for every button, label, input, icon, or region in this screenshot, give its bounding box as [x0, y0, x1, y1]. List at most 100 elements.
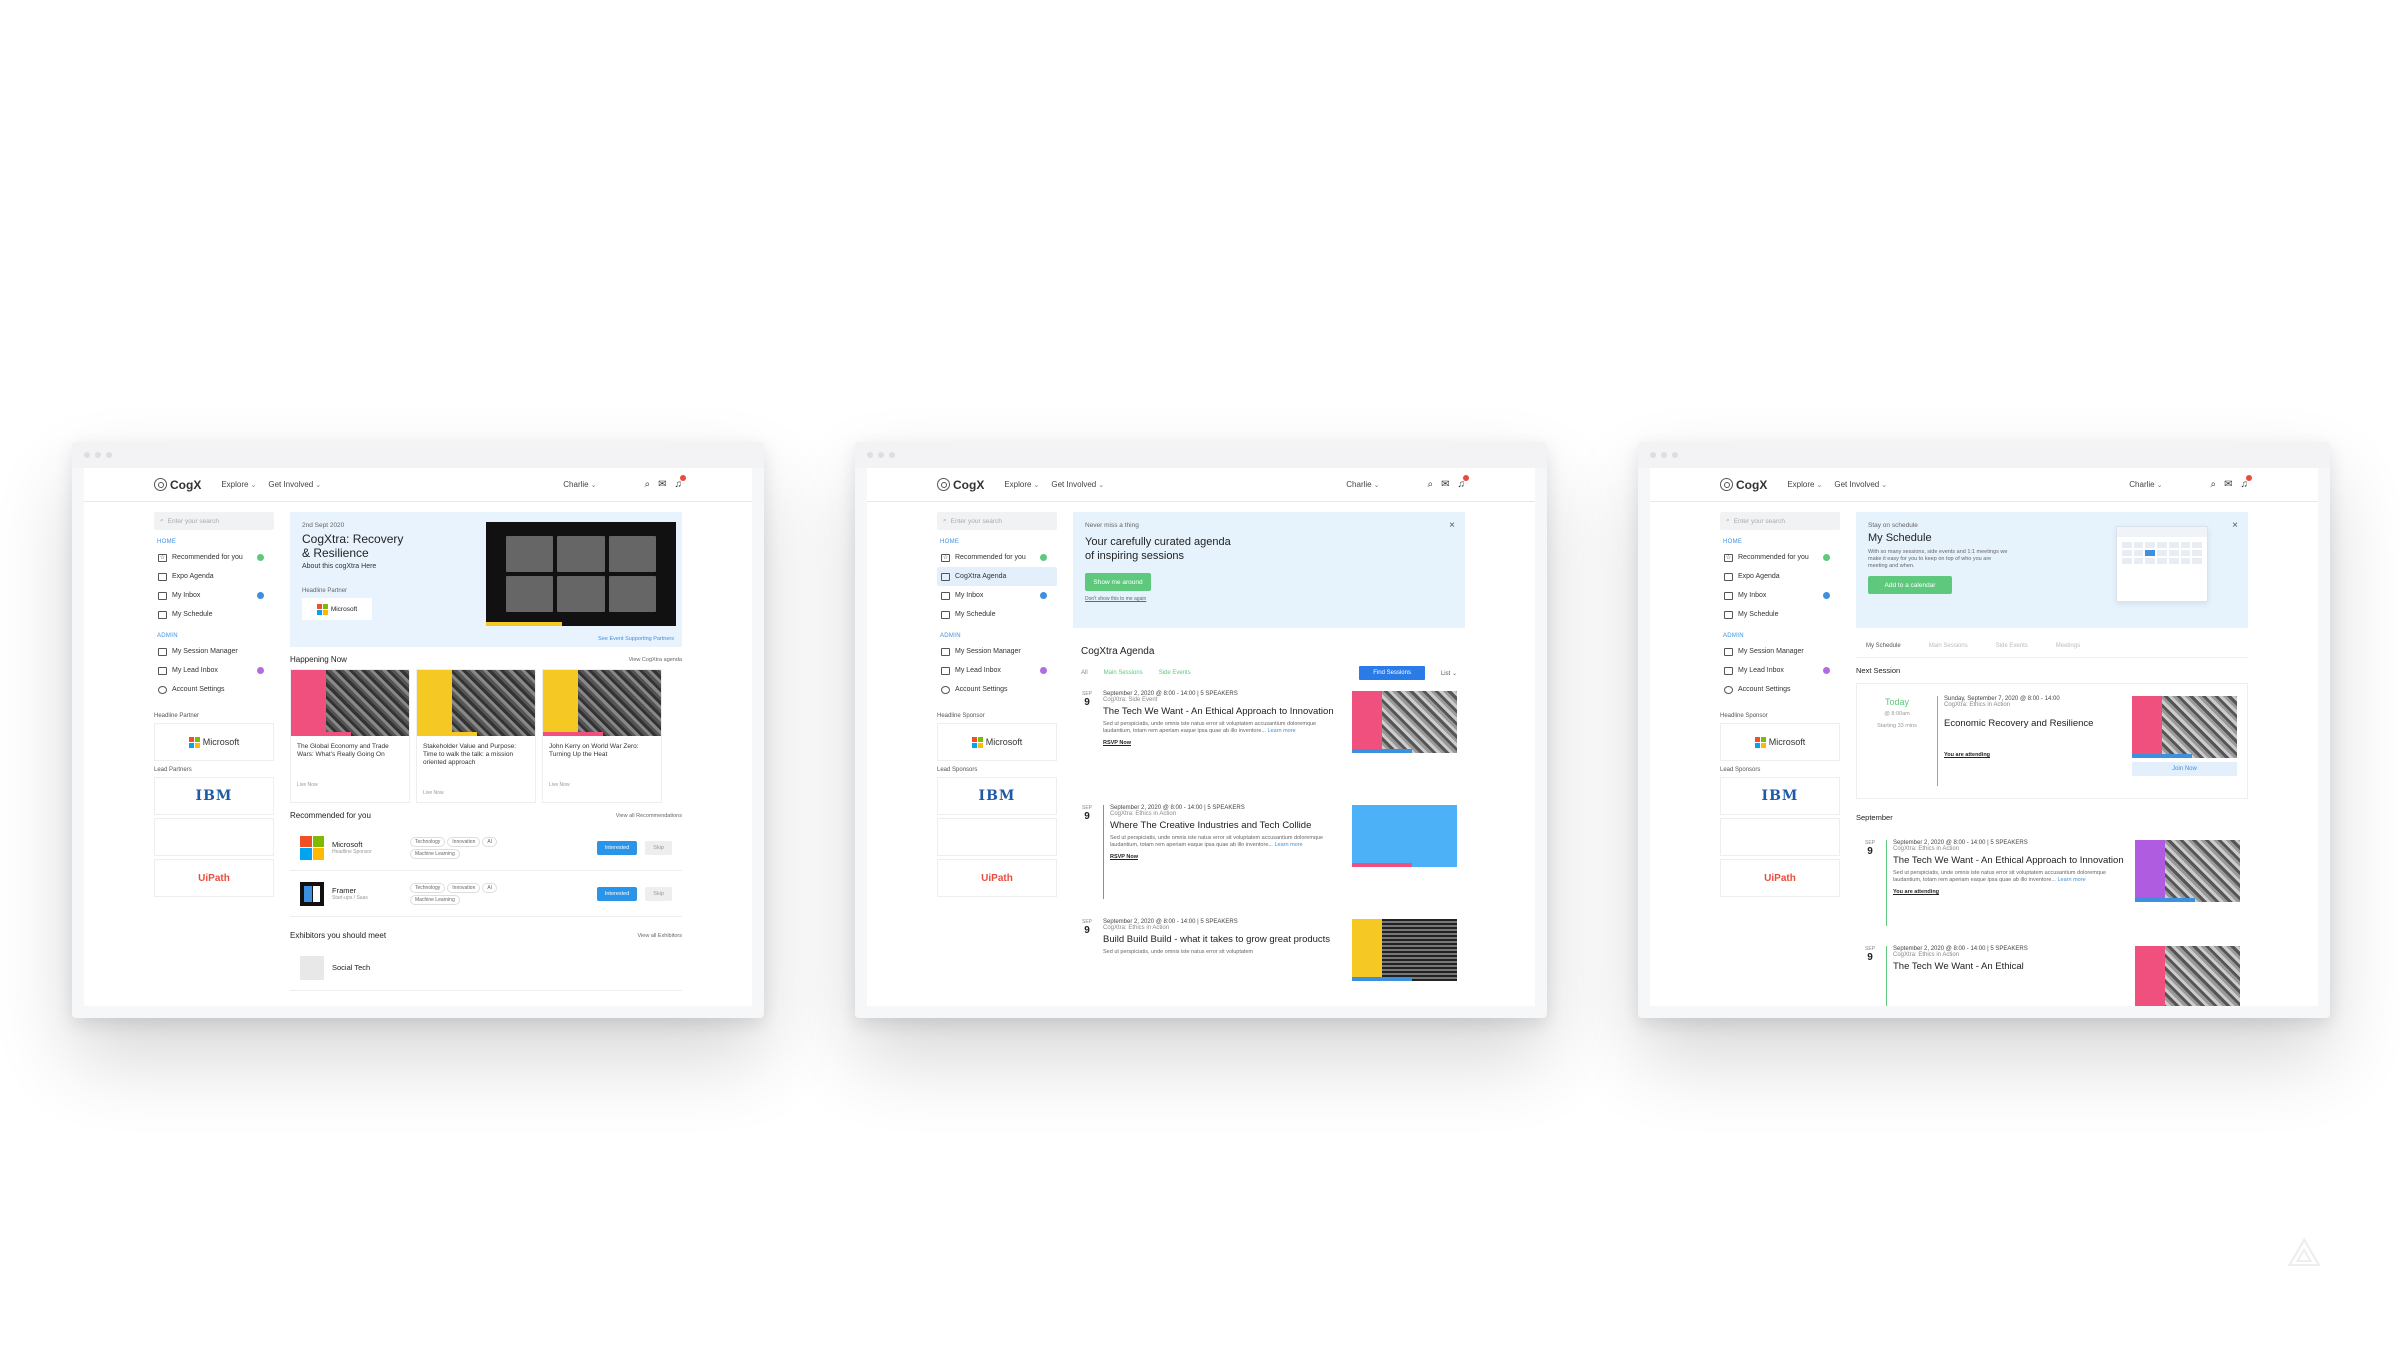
notification-badge: [2246, 475, 2252, 481]
filter-main-sessions[interactable]: Main Sessions: [1104, 670, 1143, 676]
user-menu[interactable]: Charlie ⌄: [2129, 480, 2162, 489]
nav-get-involved[interactable]: Get Involved ⌄: [1834, 480, 1887, 489]
sidebar-item-schedule[interactable]: My Schedule: [1720, 605, 1840, 624]
sidebar-item-session-manager[interactable]: My Session Manager: [937, 642, 1057, 661]
notification-bell-icon[interactable]: ♫: [1458, 475, 1469, 490]
sponsor-microsoft[interactable]: Microsoft: [154, 723, 274, 761]
search-icon[interactable]: ⌕: [1428, 479, 1434, 490]
sidebar-item-account[interactable]: Account Settings: [1720, 680, 1840, 699]
list-view-select[interactable]: List ⌄: [1441, 670, 1457, 677]
interested-button[interactable]: Interested: [596, 886, 638, 901]
sponsor-ibm[interactable]: IBM: [154, 777, 274, 815]
mail-icon[interactable]: ✉: [1441, 479, 1449, 490]
tab-side-events[interactable]: Side Events: [1996, 643, 2028, 649]
nav-get-involved[interactable]: Get Involved ⌄: [268, 480, 321, 489]
sidebar-search-input[interactable]: ⌕ Enter your search: [937, 512, 1057, 530]
sidebar-item-lead-inbox[interactable]: My Lead Inbox: [154, 661, 274, 680]
sponsor-uipath[interactable]: UiPath: [937, 859, 1057, 897]
sponsor-microsoft[interactable]: Microsoft: [937, 723, 1057, 761]
learn-more-link[interactable]: Learn more: [1268, 728, 1296, 734]
rsvp-link[interactable]: RSVP Now: [1110, 854, 1342, 860]
session-item[interactable]: SEP 9 September 2, 2020 @ 8:00 - 14:00 | …: [1856, 830, 2248, 936]
month-heading: September: [1856, 813, 1893, 822]
cogx-logo[interactable]: CogX: [937, 478, 984, 492]
next-session-card[interactable]: Today @ 8:00am Starting 33 mins Sunday, Se…: [1856, 683, 2248, 799]
session-card[interactable]: Stakeholder Value and Purpose: Time to w…: [416, 669, 536, 803]
sponsor-microsoft[interactable]: Microsoft: [1720, 723, 1840, 761]
sidebar-search-input[interactable]: ⌕ Enter your search: [154, 512, 274, 530]
search-icon[interactable]: ⌕: [645, 479, 651, 490]
user-menu[interactable]: Charlie ⌄: [563, 480, 596, 489]
attending-link[interactable]: You are attending: [1944, 752, 2122, 758]
interested-button[interactable]: Interested: [596, 840, 638, 855]
sidebar-item-recommended[interactable]: ☆ Recommended for you: [937, 548, 1057, 567]
dont-show-again-link[interactable]: Don't show this to me again: [1085, 596, 1453, 602]
nav-get-involved[interactable]: Get Involved ⌄: [1051, 480, 1104, 489]
filter-all[interactable]: All: [1081, 670, 1088, 676]
browser-window-schedule: CogX Explore ⌄ Get Involved ⌄ Charlie ⌄ ⌕ ✉…: [1638, 442, 2330, 1018]
sponsor-uipath[interactable]: UiPath: [1720, 859, 1840, 897]
session-item[interactable]: SEP 9 September 2, 2020 @ 8:00 - 14:00 | …: [1073, 795, 1465, 909]
sidebar-item-lead-inbox[interactable]: My Lead Inbox: [1720, 661, 1840, 680]
add-to-calendar-button[interactable]: Add to a calendar: [1868, 576, 1952, 594]
sidebar-item-recommended[interactable]: ☆ Recommended for you: [154, 548, 274, 567]
sidebar-item-account[interactable]: Account Settings: [937, 680, 1057, 699]
sidebar-item-schedule[interactable]: My Schedule: [937, 605, 1057, 624]
cogx-logo[interactable]: CogX: [1720, 478, 1767, 492]
attending-link[interactable]: You are attending: [1893, 889, 2125, 895]
skip-button[interactable]: Skip: [645, 840, 672, 855]
session-item[interactable]: SEP 9 September 2, 2020 @ 8:00 - 14:00 | …: [1856, 936, 2248, 1006]
sidebar-item-expo-agenda[interactable]: Expo Agenda: [1720, 567, 1840, 586]
notification-badge: [1463, 475, 1469, 481]
session-item[interactable]: SEP 9 September 2, 2020 @ 8:00 - 14:00 | …: [1073, 681, 1465, 795]
sidebar-item-lead-inbox[interactable]: My Lead Inbox: [937, 661, 1057, 680]
hero-partner-logo[interactable]: Microsoft: [302, 598, 372, 620]
find-sessions-button[interactable]: Find Sessions: [1359, 666, 1425, 680]
sidebar-item-cogxtra-agenda[interactable]: CogXtra Agenda: [937, 567, 1057, 586]
tab-main-sessions[interactable]: Main Sessions: [1929, 643, 1968, 649]
nav-explore[interactable]: Explore ⌄: [221, 480, 256, 489]
search-icon[interactable]: ⌕: [2211, 479, 2217, 490]
sidebar-search-input[interactable]: ⌕ Enter your search: [1720, 512, 1840, 530]
view-exhibitors-link[interactable]: View all Exhibitors: [637, 933, 682, 939]
sidebar-item-expo-agenda[interactable]: Expo Agenda: [154, 567, 274, 586]
nav-explore[interactable]: Explore ⌄: [1787, 480, 1822, 489]
sidebar-item-account[interactable]: Account Settings: [154, 680, 274, 699]
sidebar-item-schedule[interactable]: My Schedule: [154, 605, 274, 624]
notification-bell-icon[interactable]: ♫: [2241, 475, 2252, 490]
session-item[interactable]: SEP 9 September 2, 2020 @ 8:00 - 14:00 | …: [1073, 909, 1465, 1006]
show-me-around-button[interactable]: Show me around: [1085, 573, 1151, 591]
mail-icon[interactable]: ✉: [658, 479, 666, 490]
user-menu[interactable]: Charlie ⌄: [1346, 480, 1379, 489]
view-agenda-link[interactable]: View CogXtra agenda: [629, 657, 682, 663]
session-card[interactable]: The Global Economy and Trade Wars: What'…: [290, 669, 410, 803]
close-icon[interactable]: ×: [1449, 520, 1455, 531]
mail-icon[interactable]: ✉: [2224, 479, 2232, 490]
sidebar-item-recommended[interactable]: ☆ Recommended for you: [1720, 548, 1840, 567]
learn-more-link[interactable]: Learn more: [2058, 877, 2086, 883]
nav-explore[interactable]: Explore ⌄: [1004, 480, 1039, 489]
skip-button[interactable]: Skip: [645, 886, 672, 901]
sponsor-ibm[interactable]: IBM: [1720, 777, 1840, 815]
view-recommendations-link[interactable]: View all Recommendations: [616, 813, 682, 819]
sidebar-item-inbox[interactable]: My Inbox: [1720, 586, 1840, 605]
sponsor-uipath[interactable]: UiPath: [154, 859, 274, 897]
sidebar-item-session-manager[interactable]: My Session Manager: [1720, 642, 1840, 661]
sidebar-item-inbox[interactable]: My Inbox: [154, 586, 274, 605]
video-progress-bar[interactable]: [486, 622, 562, 626]
close-icon[interactable]: ×: [2232, 520, 2238, 531]
sidebar-item-session-manager[interactable]: My Session Manager: [154, 642, 274, 661]
learn-more-link[interactable]: Learn more: [1275, 842, 1303, 848]
tab-my-schedule[interactable]: My Schedule: [1866, 643, 1901, 649]
rsvp-link[interactable]: RSVP Now: [1103, 740, 1342, 746]
filter-side-events[interactable]: Side Events: [1159, 670, 1191, 676]
notification-bell-icon[interactable]: ♫: [675, 475, 686, 490]
supporting-partners-link[interactable]: See Event Supporting Partners: [598, 636, 674, 642]
sponsor-ibm[interactable]: IBM: [937, 777, 1057, 815]
video-player[interactable]: [486, 522, 676, 626]
tab-meetings[interactable]: Meetings: [2056, 643, 2080, 649]
sidebar-item-inbox[interactable]: My Inbox: [937, 586, 1057, 605]
join-now-button[interactable]: Join Now: [2132, 762, 2237, 776]
session-card[interactable]: John Kerry on World War Zero: Turning Up…: [542, 669, 662, 803]
cogx-logo[interactable]: CogX: [154, 478, 201, 492]
